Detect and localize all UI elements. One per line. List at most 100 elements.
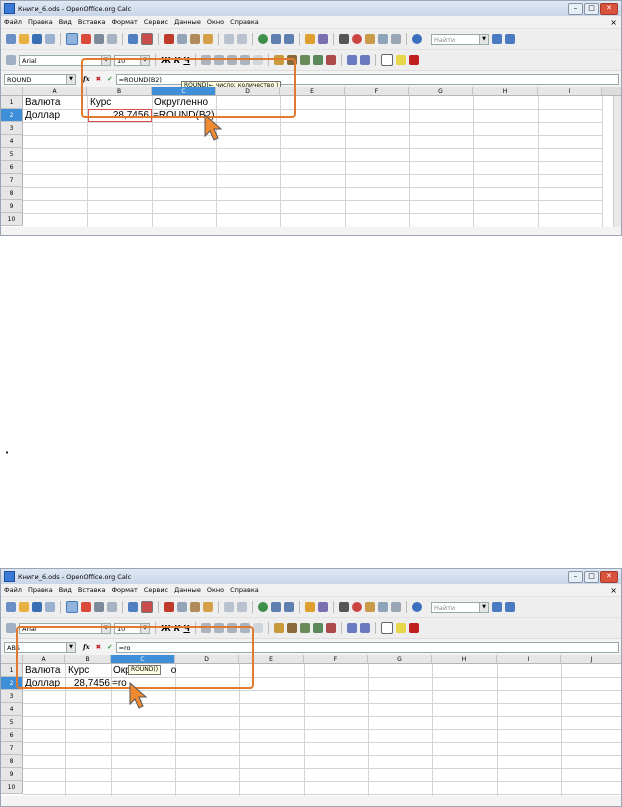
column-header[interactable]: H [473,87,538,96]
format-paintbrush-icon[interactable] [203,602,213,612]
draw-functions-icon[interactable] [318,34,328,44]
decrease-indent-icon[interactable] [346,55,357,65]
add-decimal-icon[interactable] [312,623,323,633]
copy-icon[interactable] [177,602,187,612]
close-document-icon[interactable]: × [610,18,617,27]
paste-icon[interactable] [190,34,200,44]
zoom-icon[interactable] [391,34,401,44]
chart-icon[interactable] [305,34,315,44]
new-icon[interactable] [6,602,16,612]
menu-insert[interactable]: Вставка [78,586,106,594]
close-document-icon[interactable]: × [610,586,617,595]
row-header[interactable]: 3 [1,690,23,703]
pdf-icon[interactable] [81,34,91,44]
column-header[interactable]: J [561,655,621,664]
borders-icon[interactable] [380,622,393,634]
datasources-icon[interactable] [378,34,388,44]
chevron-down-icon[interactable]: ▼ [479,602,488,612]
column-header[interactable]: G [409,87,473,96]
row-header[interactable]: 6 [1,729,23,742]
redo-icon[interactable] [237,34,247,44]
row-header-selected[interactable]: 2 [1,109,23,122]
column-header[interactable]: F [304,655,368,664]
row-header[interactable]: 5 [1,716,23,729]
font-color-icon[interactable] [408,623,419,633]
menu-window[interactable]: Окно [207,18,224,26]
open-icon[interactable] [19,602,29,612]
undo-icon[interactable] [224,34,234,44]
cut-icon[interactable] [164,34,174,44]
column-header[interactable]: H [432,655,497,664]
background-color-icon[interactable] [395,623,406,633]
email-icon[interactable] [45,602,55,612]
spreadsheet-grid[interactable]: A B C D E F G H I 1 2 3 4 5 6 7 8 9 10 В… [1,58,621,227]
row-header[interactable]: 3 [1,122,23,135]
find-input[interactable]: Найти ▼ [431,33,489,45]
add-decimal-icon[interactable] [312,55,323,65]
vertical-scrollbar-top[interactable] [602,87,621,96]
styles-icon[interactable] [6,55,16,65]
redo-icon[interactable] [237,602,247,612]
new-icon[interactable] [6,34,16,44]
sort-ascending-icon[interactable] [271,34,281,44]
maximize-button[interactable]: □ [584,2,599,15]
find-next-icon[interactable] [492,602,502,612]
open-icon[interactable] [19,34,29,44]
navigator-icon[interactable] [352,34,362,44]
spreadsheet-grid[interactable]: A B C D E F G H I J 1 2 3 4 5 6 7 8 9 10 [1,626,621,796]
close-button[interactable]: ✕ [600,2,618,15]
menu-view[interactable]: Вид [59,586,72,594]
borders-icon[interactable] [380,54,393,66]
datasources-icon[interactable] [378,602,388,612]
menu-format[interactable]: Формат [111,586,137,594]
column-header[interactable]: I [497,655,561,664]
pdf-icon[interactable] [81,602,91,612]
chevron-down-icon[interactable]: ▼ [479,34,488,44]
save-icon[interactable] [32,602,42,612]
row-header[interactable]: 4 [1,135,23,148]
draw-functions-icon[interactable] [318,602,328,612]
maximize-button[interactable]: □ [584,570,599,583]
copy-icon[interactable] [177,34,187,44]
delete-decimal-icon[interactable] [325,55,336,65]
menu-insert[interactable]: Вставка [78,18,106,26]
menu-edit[interactable]: Правка [28,18,53,26]
row-header[interactable]: 8 [1,187,23,200]
column-header[interactable]: A [23,87,87,96]
hyperlink-icon[interactable] [258,34,268,44]
row-header[interactable]: 7 [1,742,23,755]
menu-help[interactable]: Справка [230,18,259,26]
print-preview-icon[interactable] [107,34,117,44]
menu-window[interactable]: Окно [207,586,224,594]
decrease-indent-icon[interactable] [346,623,357,633]
name-box[interactable]: ROUND ▼ [4,73,76,85]
find-replace-icon[interactable] [339,34,349,44]
menu-data[interactable]: Данные [174,586,201,594]
help-icon[interactable] [412,602,422,612]
percent-icon[interactable] [286,623,297,633]
font-color-icon[interactable] [408,55,419,65]
sort-descending-icon[interactable] [284,34,294,44]
menu-edit[interactable]: Правка [28,586,53,594]
save-icon[interactable] [32,34,42,44]
row-header[interactable]: 10 [1,213,23,226]
print-icon[interactable] [94,602,104,612]
sort-ascending-icon[interactable] [271,602,281,612]
gallery-icon[interactable] [365,602,375,612]
cell-a1[interactable]: Валюта [25,97,60,109]
spellcheck-icon[interactable] [128,602,138,612]
navigator-icon[interactable] [352,602,362,612]
email-icon[interactable] [45,34,55,44]
menu-file[interactable]: Файл [4,586,22,594]
row-header[interactable]: 1 [1,96,23,109]
close-button[interactable]: ✕ [600,570,618,583]
menu-file[interactable]: Файл [4,18,22,26]
currency-icon[interactable] [273,623,284,633]
print-icon[interactable] [94,34,104,44]
column-header[interactable]: I [538,87,602,96]
menu-format[interactable]: Формат [111,18,137,26]
menu-tools[interactable]: Сервис [144,18,168,26]
find-previous-icon[interactable] [505,602,515,612]
find-replace-icon[interactable] [339,602,349,612]
row-header[interactable]: 9 [1,200,23,213]
